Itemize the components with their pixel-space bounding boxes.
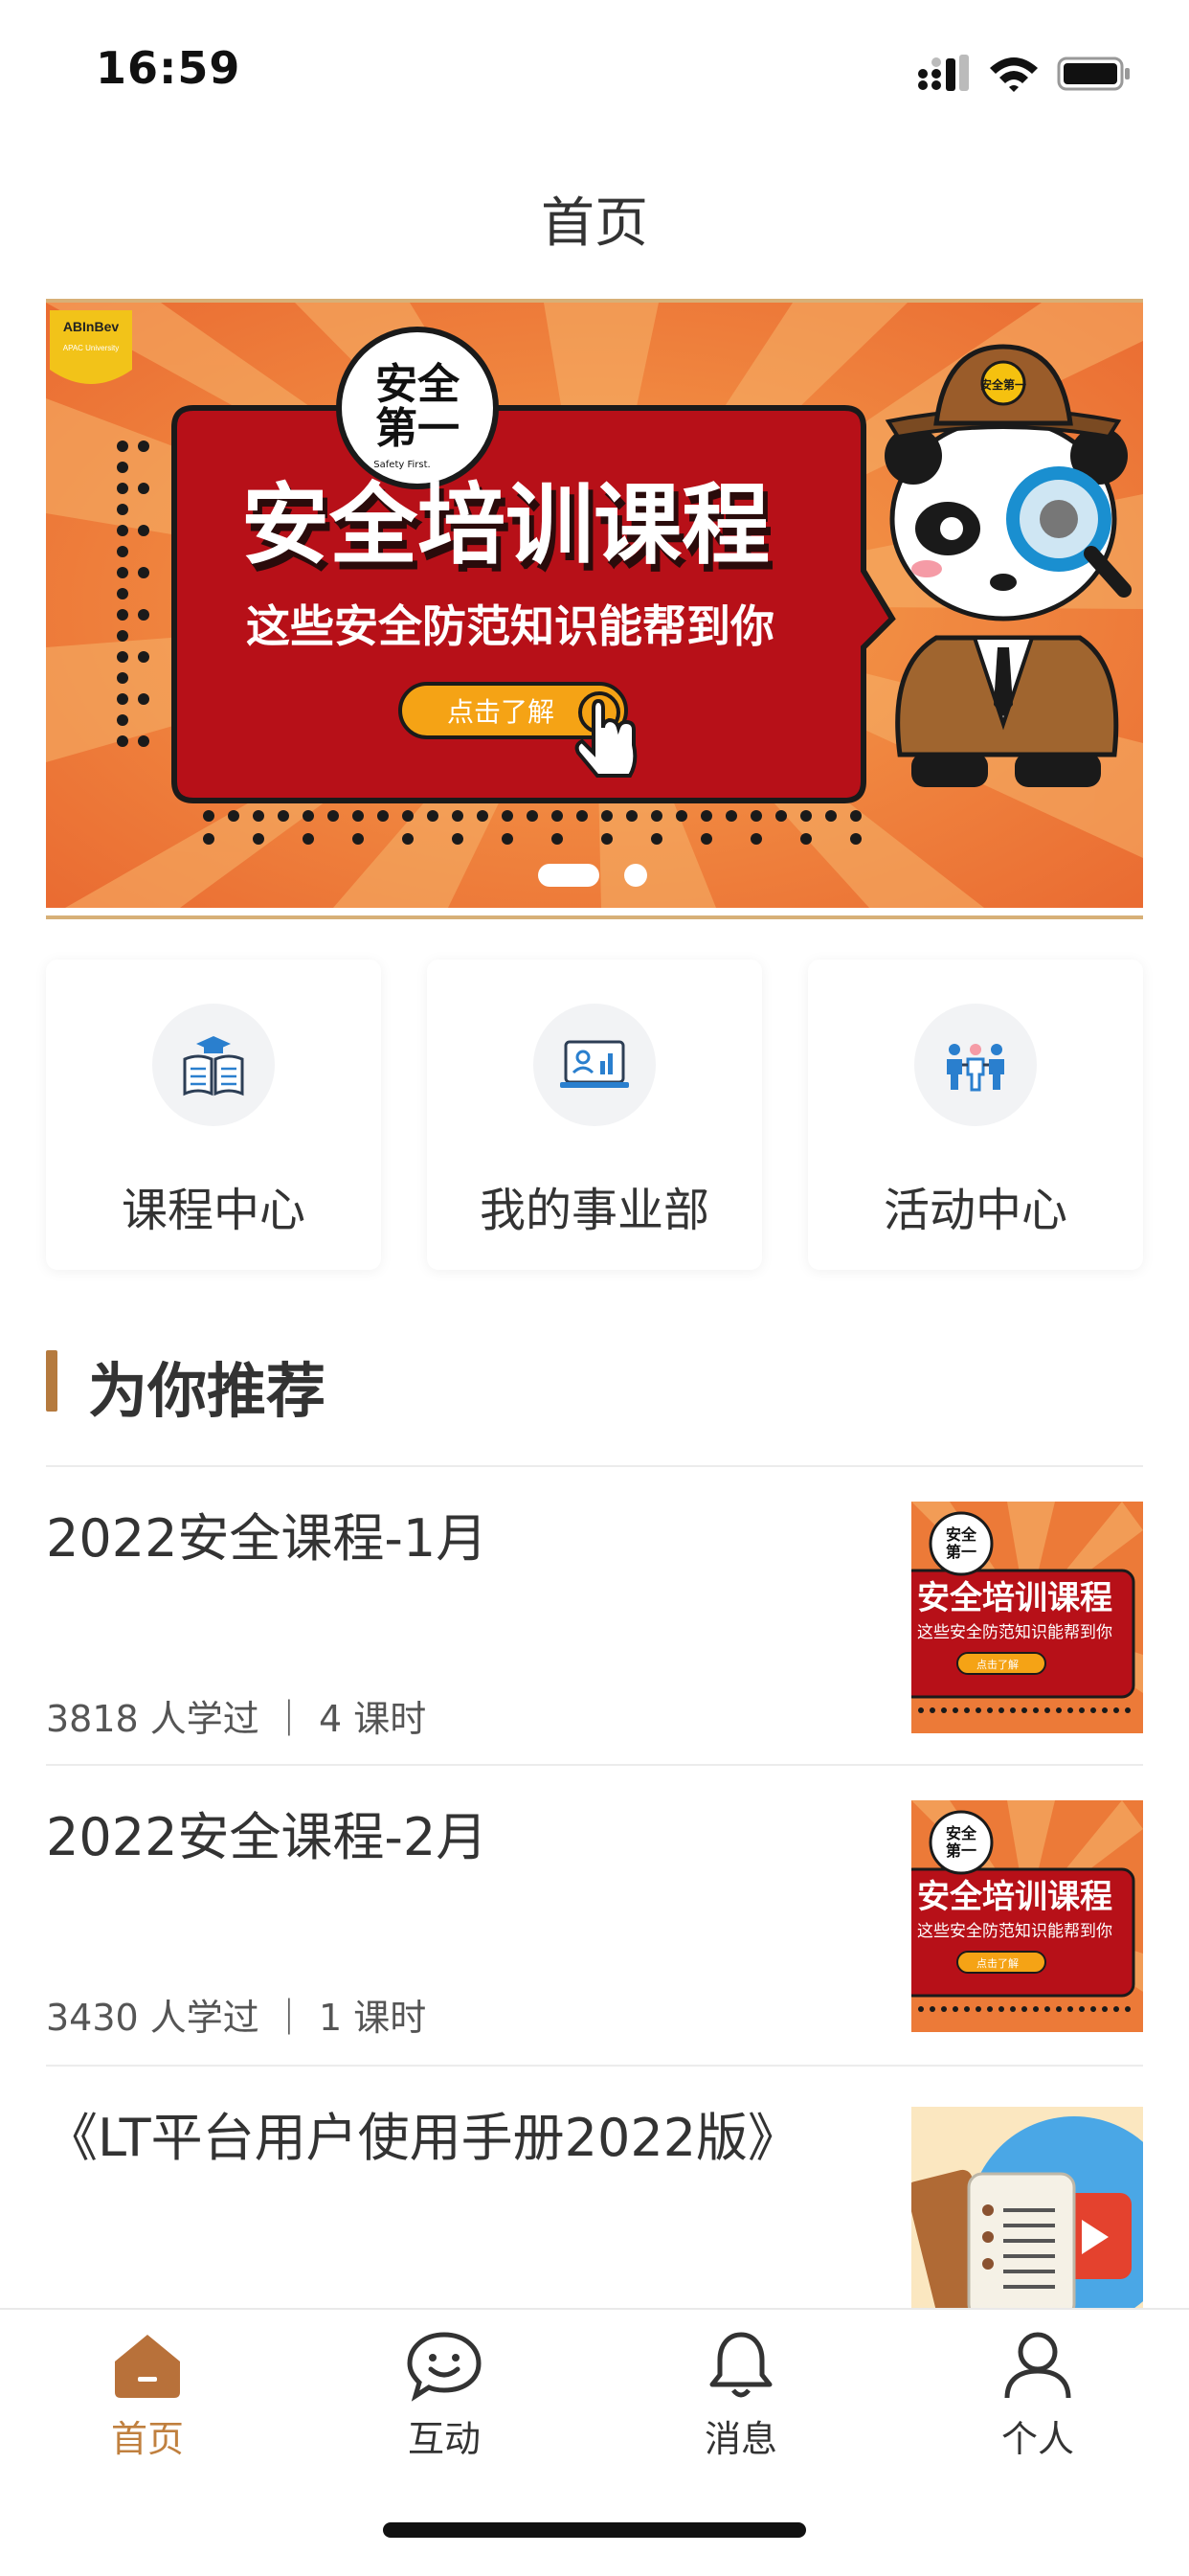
course-meta: 3430 人学过 ｜ 1 课时 [46, 1997, 427, 2039]
people-icon [914, 1004, 1037, 1126]
tab-home[interactable]: 首页 [52, 2329, 243, 2462]
course-title: 《LT平台用户使用手册2022版》 [46, 2108, 800, 2168]
thumb-subheadline: 这些安全防范知识能帮到你 [917, 1922, 1112, 1941]
course-thumbnail: 安全 第一 安全培训课程 这些安全防范知识能帮到你 点击了解 [911, 1502, 1143, 1733]
thumb-badge-line1: 安全 [946, 1525, 977, 1544]
banner-cta-label: 点击了解 [447, 696, 554, 728]
tab-label: 消息 [704, 2418, 777, 2460]
course-list-item[interactable]: 2022安全课程-1月 3818 人学过 ｜ 4 课时 安全 第一 安全培训课程… [0, 1467, 1189, 1764]
course-list-item[interactable]: 《LT平台用户使用手册2022版》 [0, 2067, 1189, 2308]
course-meta: 3818 人学过 ｜ 4 课时 [46, 1698, 427, 1740]
tab-label: 互动 [407, 2418, 481, 2460]
menu-card-activity-center[interactable]: 活动中心 [808, 960, 1143, 1270]
menu-card-label: 课程中心 [121, 1184, 305, 1237]
course-title: 2022安全课程-1月 [46, 1508, 488, 1569]
menu-card-course-center[interactable]: 课程中心 [46, 960, 381, 1270]
course-title: 2022安全课程-2月 [46, 1807, 488, 1867]
hat-badge-label: 安全第一 [980, 377, 1026, 392]
banner-brand: ABInBev [63, 319, 120, 334]
bell-icon [709, 2332, 773, 2398]
section-accent-bar [46, 1350, 57, 1412]
menu-card-label: 活动中心 [883, 1184, 1067, 1237]
monitor-chart-icon [533, 1004, 656, 1126]
status-icons [917, 50, 1132, 98]
course-thumbnail [911, 2107, 1143, 2308]
tab-interaction[interactable]: 互动 [348, 2329, 540, 2462]
thumb-headline: 安全培训课程 [917, 1579, 1112, 1617]
chat-icon [407, 2332, 482, 2402]
banner-carousel[interactable]: ABInBev APAC University 安全 第一 Safety Fir… [46, 299, 1143, 919]
banner-subheadline: 这些安全防范知识能帮到你 [246, 600, 774, 652]
thumb-badge-line2: 第一 [946, 1543, 976, 1561]
course-list-item[interactable]: 2022安全课程-2月 3430 人学过 ｜ 1 课时 安全 第一 安全培训课程… [0, 1766, 1189, 2065]
thumb-badge-line2: 第一 [946, 1842, 976, 1860]
wifi-icon [990, 57, 1038, 92]
carousel-indicator[interactable] [624, 864, 647, 887]
thumb-badge-line1: 安全 [946, 1824, 977, 1842]
menu-card-label: 我的事业部 [479, 1184, 709, 1237]
home-icon [115, 2335, 180, 2398]
banner-brand-sub: APAC University [63, 344, 120, 352]
status-time: 16:59 [96, 42, 241, 94]
course-thumbnail: 安全 第一 安全培训课程 这些安全防范知识能帮到你 点击了解 [911, 1800, 1143, 2032]
banner-badge-line2: 第一 [375, 404, 460, 453]
thumb-subheadline: 这些安全防范知识能帮到你 [917, 1623, 1112, 1642]
book-icon [152, 1004, 275, 1126]
banner-badge-caption: Safety First. [373, 460, 430, 470]
cellular-signal-icon [918, 55, 969, 91]
tab-label: 首页 [110, 2418, 184, 2460]
thumb-cta-label: 点击了解 [976, 1658, 1019, 1671]
menu-card-my-division[interactable]: 我的事业部 [427, 960, 762, 1270]
page-title: 首页 [541, 192, 648, 255]
tab-messages[interactable]: 消息 [645, 2329, 837, 2462]
thumb-headline: 安全培训课程 [917, 1878, 1112, 1916]
battery-icon [1057, 56, 1130, 91]
banner-badge-line1: 安全 [375, 360, 460, 409]
section-title: 为你推荐 [88, 1356, 326, 1426]
carousel-indicator-active[interactable] [538, 864, 599, 887]
person-icon [1004, 2332, 1071, 2399]
tab-profile[interactable]: 个人 [942, 2329, 1133, 2462]
banner-headline: 安全培训课程 [241, 474, 770, 576]
thumb-cta-label: 点击了解 [976, 1956, 1019, 1970]
home-indicator [383, 2522, 806, 2538]
tab-label: 个人 [1000, 2418, 1074, 2460]
banner-image: ABInBev APAC University 安全 第一 Safety Fir… [46, 303, 1143, 908]
